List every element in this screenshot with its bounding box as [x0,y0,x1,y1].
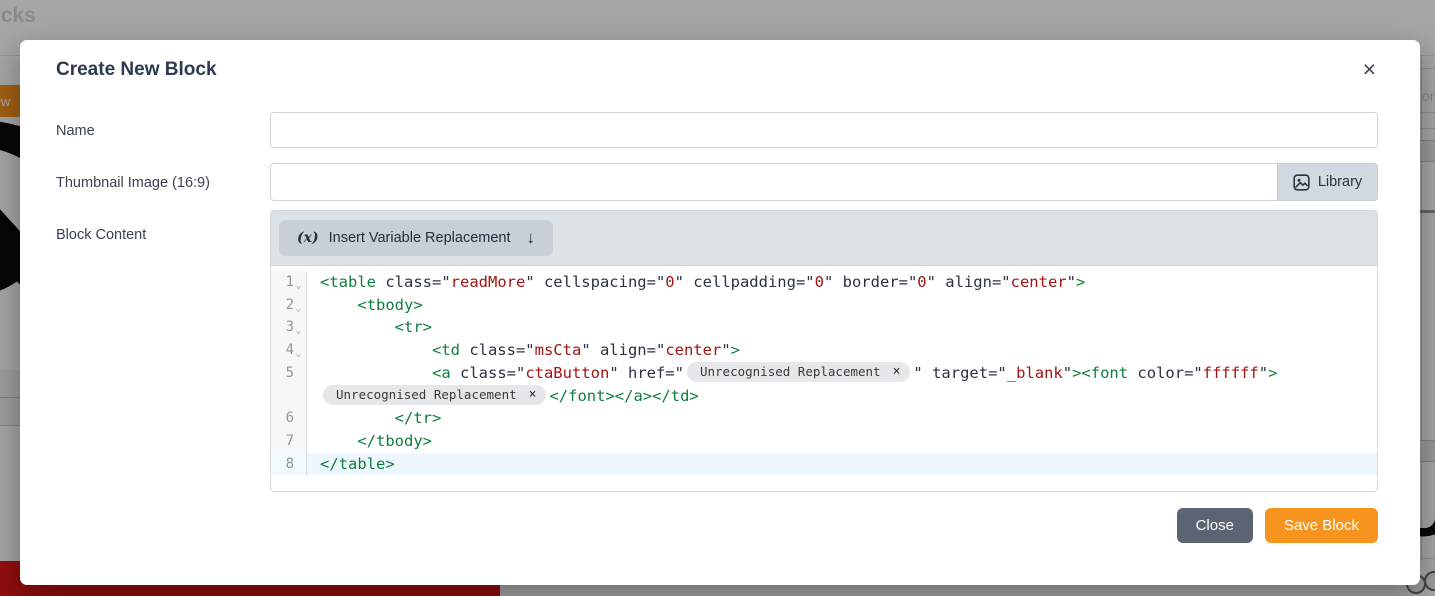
code-line-4[interactable]: 4⌄ <td class="msCta" align="center"> [271,339,1377,362]
modal-title: Create New Block [56,59,217,81]
code-line-7[interactable]: 7 </tbody> [271,430,1377,453]
name-input[interactable] [270,112,1378,148]
line-number: 7 [271,430,307,453]
code-line-content[interactable]: <a class="ctaButton" href="Unrecognised … [307,362,1377,407]
fold-chevron-icon[interactable]: ⌄ [294,298,303,321]
chip-label: Unrecognised Replacement [336,386,517,404]
close-icon[interactable]: × [1363,58,1376,81]
editor-toolbar: (x) Insert Variable Replacement ↓ [271,211,1377,266]
modal-footer: Close Save Block [1177,508,1378,543]
thumbnail-input[interactable] [270,163,1277,201]
fold-chevron-icon[interactable]: ⌄ [294,320,303,343]
line-number: 4⌄ [271,339,307,362]
code-line-3[interactable]: 3⌄ <tr> [271,316,1377,339]
block-content-editor: (x) Insert Variable Replacement ↓ 1⌄<tab… [270,210,1378,492]
line-number: 2⌄ [271,294,307,317]
code-line-content[interactable]: <tbody> [307,294,1377,317]
save-block-button[interactable]: Save Block [1265,508,1378,543]
image-icon [1293,174,1310,191]
block-content-label: Block Content [56,227,146,243]
code-line-2[interactable]: 2⌄ <tbody> [271,294,1377,317]
code-editor[interactable]: 1⌄<table class="readMore" cellspacing="0… [271,266,1377,492]
code-line-content[interactable]: </tr> [307,407,1377,430]
variable-icon: (x) [297,230,319,246]
line-number: 6 [271,407,307,430]
library-button-label: Library [1318,174,1362,190]
line-number: 5 [271,362,307,407]
thumbnail-label: Thumbnail Image (16:9) [56,175,210,191]
code-line-1[interactable]: 1⌄<table class="readMore" cellspacing="0… [271,271,1377,294]
chip-remove-icon[interactable]: × [529,386,537,404]
line-number: 3⌄ [271,316,307,339]
insert-variable-button[interactable]: (x) Insert Variable Replacement ↓ [279,220,553,256]
chevron-down-icon: ↓ [527,228,536,248]
line-number: 8 [271,453,307,476]
line-number: 1⌄ [271,271,307,294]
code-line-6[interactable]: 6 </tr> [271,407,1377,430]
close-button[interactable]: Close [1177,508,1253,543]
insert-variable-label: Insert Variable Replacement [329,230,511,246]
fold-chevron-icon[interactable]: ⌄ [294,275,303,298]
name-label: Name [56,123,95,139]
chip-remove-icon[interactable]: × [893,363,901,381]
create-new-block-modal: Create New Block × Name Thumbnail Image … [20,40,1420,585]
code-line-content[interactable]: <tr> [307,316,1377,339]
code-line-8[interactable]: 8</table> [271,453,1377,476]
code-line-content[interactable]: <td class="msCta" align="center"> [307,339,1377,362]
chip-label: Unrecognised Replacement [700,363,881,381]
code-line-content[interactable]: <table class="readMore" cellspacing="0" … [307,271,1377,294]
fold-chevron-icon[interactable]: ⌄ [294,343,303,366]
code-line-content[interactable]: </tbody> [307,430,1377,453]
unrecognised-replacement-chip[interactable]: Unrecognised Replacement × [323,385,546,405]
code-line-content[interactable]: </table> [307,453,1377,476]
library-button[interactable]: Library [1277,163,1378,201]
thumbnail-input-group: Library [270,163,1378,201]
unrecognised-replacement-chip[interactable]: Unrecognised Replacement × [687,362,910,382]
code-line-5[interactable]: 5 <a class="ctaButton" href="Unrecognise… [271,362,1377,407]
screen: Blocks Create New & on US Create New Blo… [0,0,1435,596]
